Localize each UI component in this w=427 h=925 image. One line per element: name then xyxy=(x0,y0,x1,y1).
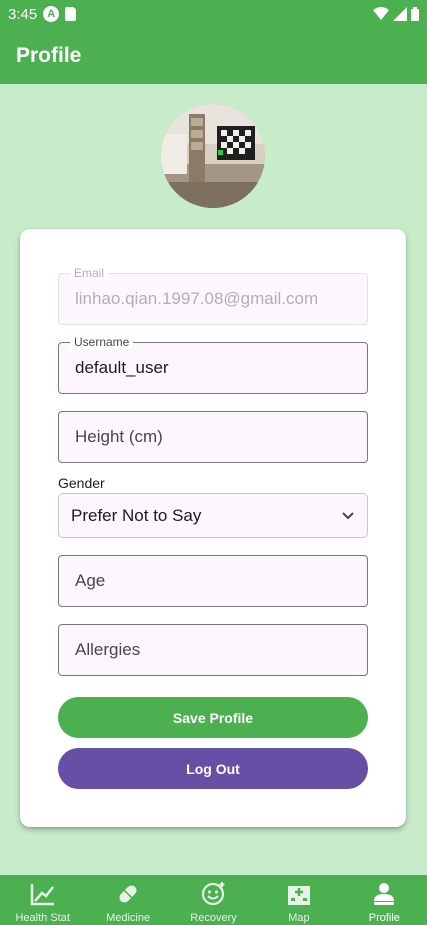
save-profile-button[interactable]: Save Profile xyxy=(58,697,368,738)
username-field[interactable]: Username default_user xyxy=(58,335,368,394)
height-placeholder: Height (cm) xyxy=(75,427,163,446)
nav-health-stat[interactable]: Health Stat xyxy=(0,875,85,925)
allergies-field[interactable]: Allergies xyxy=(58,624,368,676)
chart-line-icon xyxy=(30,881,56,907)
email-label: Email xyxy=(70,266,109,280)
page-title: Profile xyxy=(16,44,82,67)
person-icon xyxy=(371,881,397,907)
avatar[interactable] xyxy=(161,104,265,208)
email-value: linhao.qian.1997.08@gmail.com xyxy=(75,289,319,308)
gender-select[interactable]: Prefer Not to Say xyxy=(58,493,368,538)
allergies-placeholder: Allergies xyxy=(75,640,141,659)
pill-icon xyxy=(115,881,141,907)
gender-label: Gender xyxy=(58,475,105,491)
age-placeholder: Age xyxy=(75,571,106,590)
nav-map[interactable]: Map xyxy=(256,875,341,925)
hospital-icon xyxy=(286,881,312,907)
wifi-icon xyxy=(373,7,389,20)
avatar-image xyxy=(161,104,265,208)
age-field[interactable]: Age xyxy=(58,555,368,607)
nav-label: Health Stat xyxy=(15,912,70,924)
a-circle-icon: A xyxy=(43,6,60,22)
nav-label: Profile xyxy=(368,912,400,924)
height-field[interactable]: Height (cm) xyxy=(58,411,368,463)
bottom-navigation: Health Stat Medicine Recovery Map Profil… xyxy=(0,875,427,925)
status-time: 3:45 xyxy=(8,5,38,23)
nav-label: Medicine xyxy=(106,912,151,924)
chevron-down-icon xyxy=(342,511,354,519)
username-value: default_user xyxy=(75,358,169,377)
status-bar: 3:45 A xyxy=(0,0,427,28)
nav-profile[interactable]: Profile xyxy=(342,875,427,925)
nav-label: Map xyxy=(288,912,310,924)
sd-card-icon xyxy=(65,7,77,21)
nav-medicine[interactable]: Medicine xyxy=(85,875,170,925)
gender-value: Prefer Not to Say xyxy=(71,505,202,525)
profile-card: Email linhao.qian.1997.08@gmail.com User… xyxy=(20,229,406,827)
username-label: Username xyxy=(70,335,134,349)
email-field: Email linhao.qian.1997.08@gmail.com xyxy=(58,266,368,325)
app-bar: Profile xyxy=(0,28,427,84)
nav-label: Recovery xyxy=(190,912,237,924)
logout-button[interactable]: Log Out xyxy=(58,748,368,789)
recovery-face-icon xyxy=(201,881,227,907)
signal-icon xyxy=(393,7,407,21)
nav-recovery[interactable]: Recovery xyxy=(171,875,256,925)
battery-icon xyxy=(411,7,419,21)
